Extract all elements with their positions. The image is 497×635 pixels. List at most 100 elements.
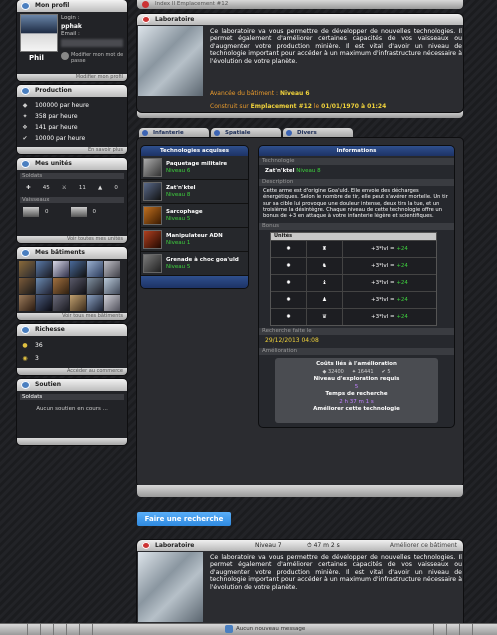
new-message-indicator[interactable]: Aucun nouveau message — [225, 625, 305, 633]
gem-icon: ◉ — [22, 355, 28, 362]
lab2-time: ⏱ 47 m 2 s — [307, 542, 340, 549]
advance-value: Niveau 6 — [279, 90, 310, 97]
production-value: 10000 par heure — [35, 135, 86, 142]
edit-profile-link[interactable]: Modifier mon profil — [17, 74, 127, 81]
tech-level: Niveau 5 — [166, 216, 191, 222]
building-thumb[interactable] — [70, 261, 86, 277]
username: Phil — [29, 54, 44, 62]
building-thumb[interactable] — [53, 295, 69, 311]
building-thumb[interactable] — [19, 278, 35, 294]
building-thumb[interactable] — [36, 261, 52, 277]
lab2-improve-link[interactable]: Améliorer ce bâtiment — [390, 540, 457, 551]
lock-icon — [61, 52, 69, 60]
tab-icon — [214, 130, 220, 136]
tech-level: Niveau 6 — [166, 168, 191, 174]
bonus-section-label: Bonus — [259, 223, 454, 231]
support-footer — [17, 438, 127, 445]
profile-header: Mon profil — [17, 0, 127, 12]
tech-name: Zat'n'ktel — [166, 185, 196, 191]
soldier-count: 0 — [114, 185, 118, 191]
support-header: Soutien — [17, 379, 127, 391]
advance-label: Avancée du bâtiment : — [210, 90, 279, 97]
support-body: Soldats Aucun soutien en cours ... — [17, 391, 127, 438]
profile-body: Phil Login : pphak Email : Modifier mon … — [17, 12, 127, 74]
support-icon — [21, 381, 30, 389]
wealth-icon — [21, 326, 30, 334]
building-thumb[interactable] — [53, 261, 69, 277]
bonus-formula: +3*lvl = — [371, 246, 395, 253]
research-section-label: Recherche faite le — [259, 328, 454, 336]
lab-panel: Laboratoire Ce laboratoire va vous perme… — [137, 14, 463, 112]
tech-title-row: Zat'n'ktel Niveau 8 — [259, 165, 454, 177]
units-header: Mes unités — [17, 158, 127, 170]
wealth-panel: Richesse ● 36 ◉ 3 Accéder au commerce — [17, 324, 127, 375]
tech-item[interactable]: Paquetage militaire Niveau 6 — [141, 156, 248, 180]
building-thumb[interactable] — [104, 278, 120, 294]
building-thumb[interactable] — [87, 295, 103, 311]
toolbar-slot[interactable] — [459, 624, 472, 635]
lab-description: Ce laboratoire va vous permettre de déve… — [210, 28, 462, 65]
production-more-link[interactable]: En savoir plus — [17, 147, 127, 154]
tech-item[interactable]: Sarcophage Niveau 5 — [141, 204, 248, 228]
bonus-row: ✸ ♞ +3*lvl = +24 — [271, 257, 436, 275]
coin-icon: ● — [22, 342, 28, 349]
toolbar-slot[interactable] — [67, 624, 80, 635]
change-password-link[interactable]: Modifier mon mot de passe — [61, 52, 125, 64]
commerce-link[interactable]: Accéder au commerce — [17, 368, 127, 375]
building-thumb[interactable] — [104, 295, 120, 311]
toolbar-slot[interactable] — [54, 624, 67, 635]
buildings-panel: Mes bâtiments Voir tous mes bâtiments — [17, 247, 127, 320]
lab2-time-value: 47 m 2 s — [313, 542, 340, 549]
production-row: ◆ 100000 par heure — [20, 100, 124, 111]
building-thumb[interactable] — [70, 278, 86, 294]
lab2-image — [138, 552, 203, 622]
building-thumb[interactable] — [19, 295, 35, 311]
cost-value: 5 — [387, 368, 391, 375]
all-units-link[interactable]: Voir toutes mes unités — [17, 236, 127, 243]
soldier-icon: ♛ — [307, 309, 343, 326]
new-message-text: Aucun nouveau message — [236, 626, 306, 632]
tab-divers[interactable]: Divers — [283, 128, 353, 138]
toolbar-slots — [15, 624, 93, 635]
production-row: ❖ 141 par heure — [20, 122, 124, 133]
unit-icon: ✸ — [271, 241, 307, 258]
building-thumb[interactable] — [36, 278, 52, 294]
toolbar-slot[interactable] — [433, 624, 446, 635]
research-button[interactable]: Faire une recherche — [137, 512, 231, 526]
building-thumb[interactable] — [87, 261, 103, 277]
toolbar-slot[interactable] — [472, 624, 485, 635]
tab-spatiale[interactable]: Spatiale — [211, 128, 281, 138]
toolbar-slot[interactable] — [41, 624, 54, 635]
info-tech-name: Zat'n'ktel — [265, 168, 295, 174]
toolbar-slot[interactable] — [80, 624, 93, 635]
production-header: Production — [17, 85, 127, 97]
tech-item[interactable]: Manipulateur ADN Niveau 1 — [141, 228, 248, 252]
header-icon — [142, 1, 149, 8]
all-buildings-link[interactable]: Voir tous mes bâtiments — [17, 313, 127, 320]
building-thumb[interactable] — [53, 278, 69, 294]
soldier-icon: ♞ — [307, 258, 343, 275]
toolbar-slot[interactable] — [446, 624, 459, 635]
building-thumb[interactable] — [19, 261, 35, 277]
building-thumb[interactable] — [70, 295, 86, 311]
vessel-count: 0 — [45, 209, 49, 215]
tech-thumb — [143, 182, 162, 201]
unit-icon: ✸ — [271, 292, 307, 309]
top-header-label: Index II Emplacement #12 — [155, 1, 229, 7]
cost-resource: ✦ 16441 — [351, 368, 374, 375]
vessel-icon — [70, 207, 87, 217]
avatar[interactable] — [20, 14, 58, 52]
building-thumb[interactable] — [36, 295, 52, 311]
buildings-grid — [17, 259, 127, 313]
tech-item[interactable]: Zat'n'ktel Niveau 8 — [141, 180, 248, 204]
tab-icon — [142, 130, 148, 136]
building-thumb[interactable] — [104, 261, 120, 277]
building-thumb[interactable] — [87, 278, 103, 294]
wealth-value: 36 — [35, 342, 43, 349]
improve-tech-button[interactable]: Améliorer cette technologie — [275, 406, 438, 414]
tech-item[interactable]: Grenade à choc goa'uld Niveau 5 — [141, 252, 248, 276]
tab-infanterie[interactable]: Infanterie — [139, 128, 209, 138]
toolbar-slot[interactable] — [15, 624, 28, 635]
toolbar-slot[interactable] — [28, 624, 41, 635]
profile-panel: Mon profil Phil Login : pphak Email : Mo… — [17, 0, 127, 81]
